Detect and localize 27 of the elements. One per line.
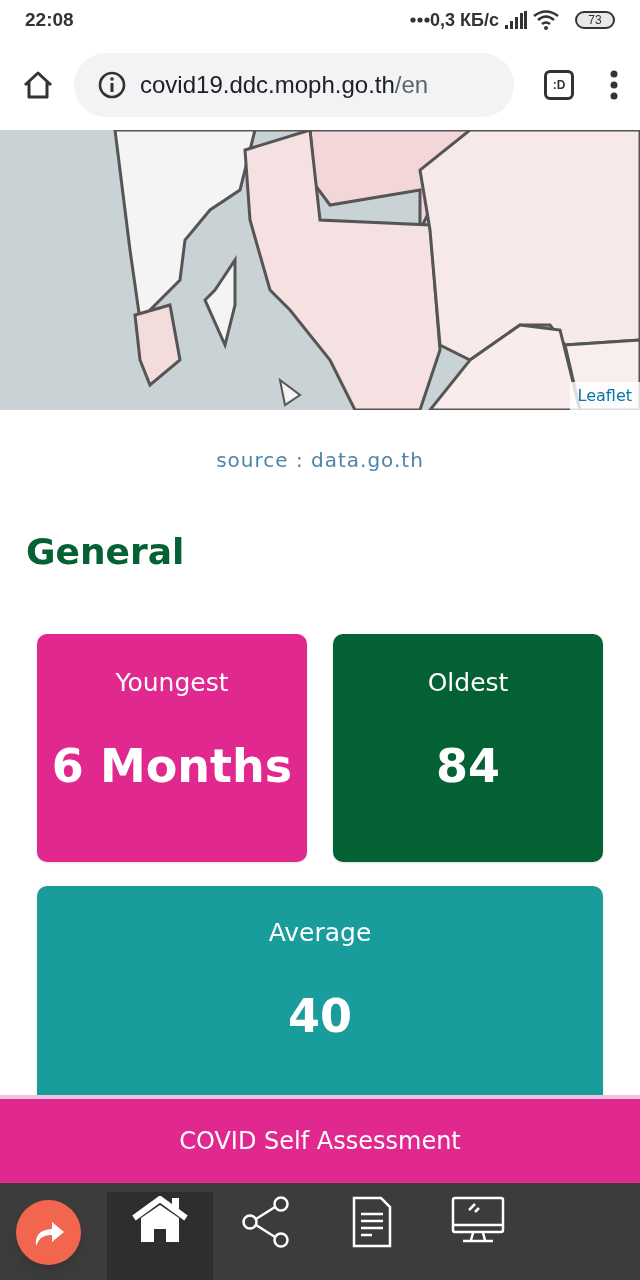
address-bar[interactable]: covid19.ddc.moph.go.th/en [74, 53, 514, 117]
url-text: covid19.ddc.moph.go.th/en [140, 70, 429, 100]
status-time: 22:08 [25, 7, 74, 32]
monitor-icon [451, 1196, 505, 1244]
menu-icon[interactable] [610, 70, 618, 100]
network-speed: 0,3 КБ/с [430, 8, 499, 32]
stat-label: Youngest [115, 667, 229, 699]
battery-icon: 73 [575, 11, 615, 29]
stat-value: 40 [288, 987, 352, 1045]
document-icon [352, 1196, 392, 1248]
self-assessment-button[interactable]: COVID Self Assessment [0, 1095, 640, 1183]
home-icon[interactable] [22, 70, 54, 100]
signal-icon [505, 11, 527, 29]
nav-tab[interactable] [107, 1192, 213, 1280]
share-icon [242, 1196, 290, 1248]
wifi-icon [533, 10, 559, 30]
info-icon[interactable] [98, 71, 126, 99]
home-icon [131, 1196, 189, 1242]
stat-label: Average [268, 917, 372, 949]
stat-value: 84 [436, 737, 500, 795]
section-title: General [26, 530, 186, 574]
more-dots-icon [410, 17, 431, 23]
source-text: source : data.go.th [216, 447, 424, 474]
stat-value: 6 Months [51, 737, 293, 795]
tab-switcher-button[interactable]: :D [544, 70, 574, 100]
stat-label: Oldest [427, 667, 509, 699]
leaflet-link[interactable]: Leaflet [569, 382, 640, 410]
